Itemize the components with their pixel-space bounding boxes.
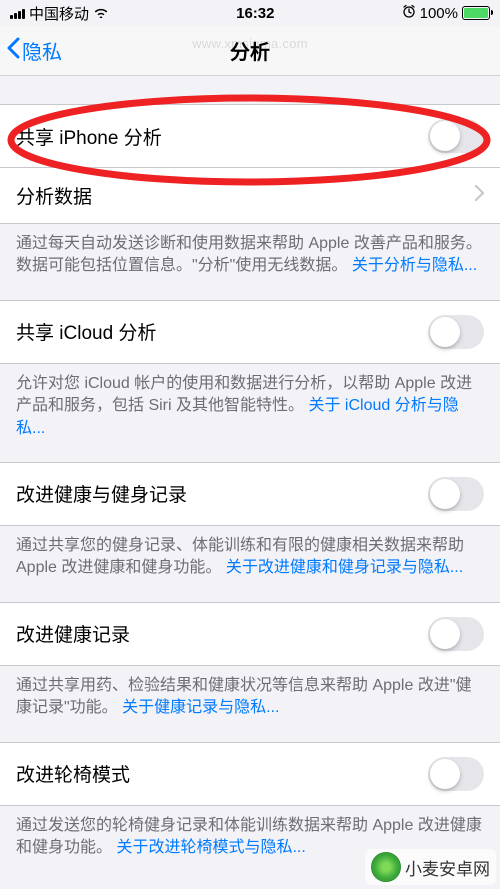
analytics-data-label: 分析数据: [16, 182, 92, 209]
content: 共享 iPhone 分析 分析数据 通过每天自动发送诊断和使用数据来帮助 App…: [0, 76, 500, 865]
status-left: 中国移动: [10, 3, 109, 24]
chevron-left-icon: [6, 37, 20, 65]
share-iphone-analytics-label: 共享 iPhone 分析: [16, 123, 162, 150]
alarm-icon: [402, 4, 416, 22]
improve-health-records-switch[interactable]: [428, 617, 484, 651]
back-label: 隐私: [22, 36, 62, 65]
status-bar: 中国移动 16:32 100%: [0, 0, 500, 26]
improve-health-records-label: 改进健康记录: [16, 620, 130, 647]
improve-health-records-cell[interactable]: 改进健康记录: [0, 602, 500, 666]
carrier-label: 中国移动: [29, 3, 89, 24]
improve-wheelchair-footer-link[interactable]: 关于改进轮椅模式与隐私...: [116, 839, 305, 856]
improve-health-fitness-cell[interactable]: 改进健康与健身记录: [0, 462, 500, 526]
share-icloud-footer: 允许对您 iCloud 帐户的使用和数据进行分析，以帮助 Apple 改进产品和…: [0, 364, 500, 462]
share-iphone-footer: 通过每天自动发送诊断和使用数据来帮助 Apple 改善产品和服务。数据可能包括位…: [0, 224, 500, 300]
share-iphone-analytics-cell[interactable]: 共享 iPhone 分析: [0, 104, 500, 168]
share-icloud-analytics-cell[interactable]: 共享 iCloud 分析: [0, 300, 500, 364]
wifi-icon: [93, 5, 109, 22]
share-icloud-analytics-switch[interactable]: [428, 315, 484, 349]
battery-icon: [462, 6, 490, 20]
improve-wheelchair-footer: 通过发送您的轮椅健身记录和体能训练数据来帮助 Apple 改进健康和健身功能。 …: [0, 806, 500, 866]
share-iphone-analytics-switch[interactable]: [428, 119, 484, 153]
improve-health-records-footer: 通过共享用药、检验结果和健康状况等信息来帮助 Apple 改进"健康记录"功能。…: [0, 666, 500, 742]
improve-health-records-footer-link[interactable]: 关于健康记录与隐私...: [122, 699, 279, 716]
improve-wheelchair-label: 改进轮椅模式: [16, 760, 130, 787]
analytics-data-cell[interactable]: 分析数据: [0, 168, 500, 224]
improve-wheelchair-cell[interactable]: 改进轮椅模式: [0, 742, 500, 806]
nav-bar: 隐私 分析: [0, 26, 500, 76]
share-icloud-analytics-label: 共享 iCloud 分析: [16, 318, 156, 345]
improve-health-fitness-switch[interactable]: [428, 477, 484, 511]
improve-wheelchair-switch[interactable]: [428, 757, 484, 791]
signal-icon: [10, 7, 25, 19]
chevron-right-icon: [474, 185, 484, 207]
improve-health-fitness-footer: 通过共享您的健身记录、体能训练和有限的健康相关数据来帮助 Apple 改进健康和…: [0, 526, 500, 602]
battery-percent: 100%: [420, 5, 458, 22]
improve-health-fitness-footer-link[interactable]: 关于改进健康和健身记录与隐私...: [226, 559, 463, 576]
share-iphone-footer-link[interactable]: 关于分析与隐私...: [352, 257, 477, 274]
back-button[interactable]: 隐私: [6, 36, 62, 65]
status-right: 100%: [402, 4, 490, 22]
page-title: 分析: [230, 36, 270, 65]
improve-health-fitness-label: 改进健康与健身记录: [16, 480, 187, 507]
status-time: 16:32: [236, 5, 274, 22]
